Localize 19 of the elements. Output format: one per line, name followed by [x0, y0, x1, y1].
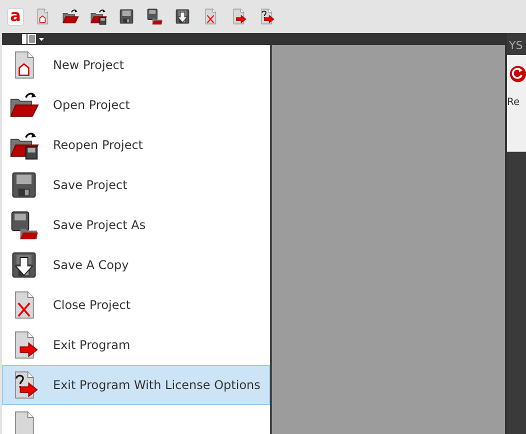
folder-icon	[9, 130, 39, 160]
menu-item[interactable]: New Project	[2, 45, 270, 85]
floppy-disk-icon	[9, 210, 39, 240]
menu-item[interactable]: Save Project As	[2, 205, 270, 245]
folder-icon[interactable]	[90, 8, 107, 25]
menu-item[interactable]: Close Project	[2, 285, 270, 325]
menu-item[interactable]: Exit Program	[2, 325, 270, 365]
menu-item[interactable]: Open Project	[2, 85, 270, 125]
menu-item[interactable]: Exit Program With License Options	[2, 365, 270, 405]
button-label[interactable]: Re	[507, 97, 520, 108]
menu-icon[interactable]	[21, 33, 45, 45]
menu-item[interactable]: Save Project	[2, 165, 270, 205]
app-logo[interactable]: a	[8, 8, 23, 24]
tab-label[interactable]: YS	[509, 39, 523, 52]
menu-item[interactable]: Reopen Project	[2, 125, 270, 165]
refresh-icon[interactable]	[509, 65, 526, 83]
folder-icon[interactable]	[62, 8, 79, 25]
menu-item[interactable]: Save A Copy	[2, 245, 270, 285]
floppy-disk-icon[interactable]	[146, 8, 163, 25]
